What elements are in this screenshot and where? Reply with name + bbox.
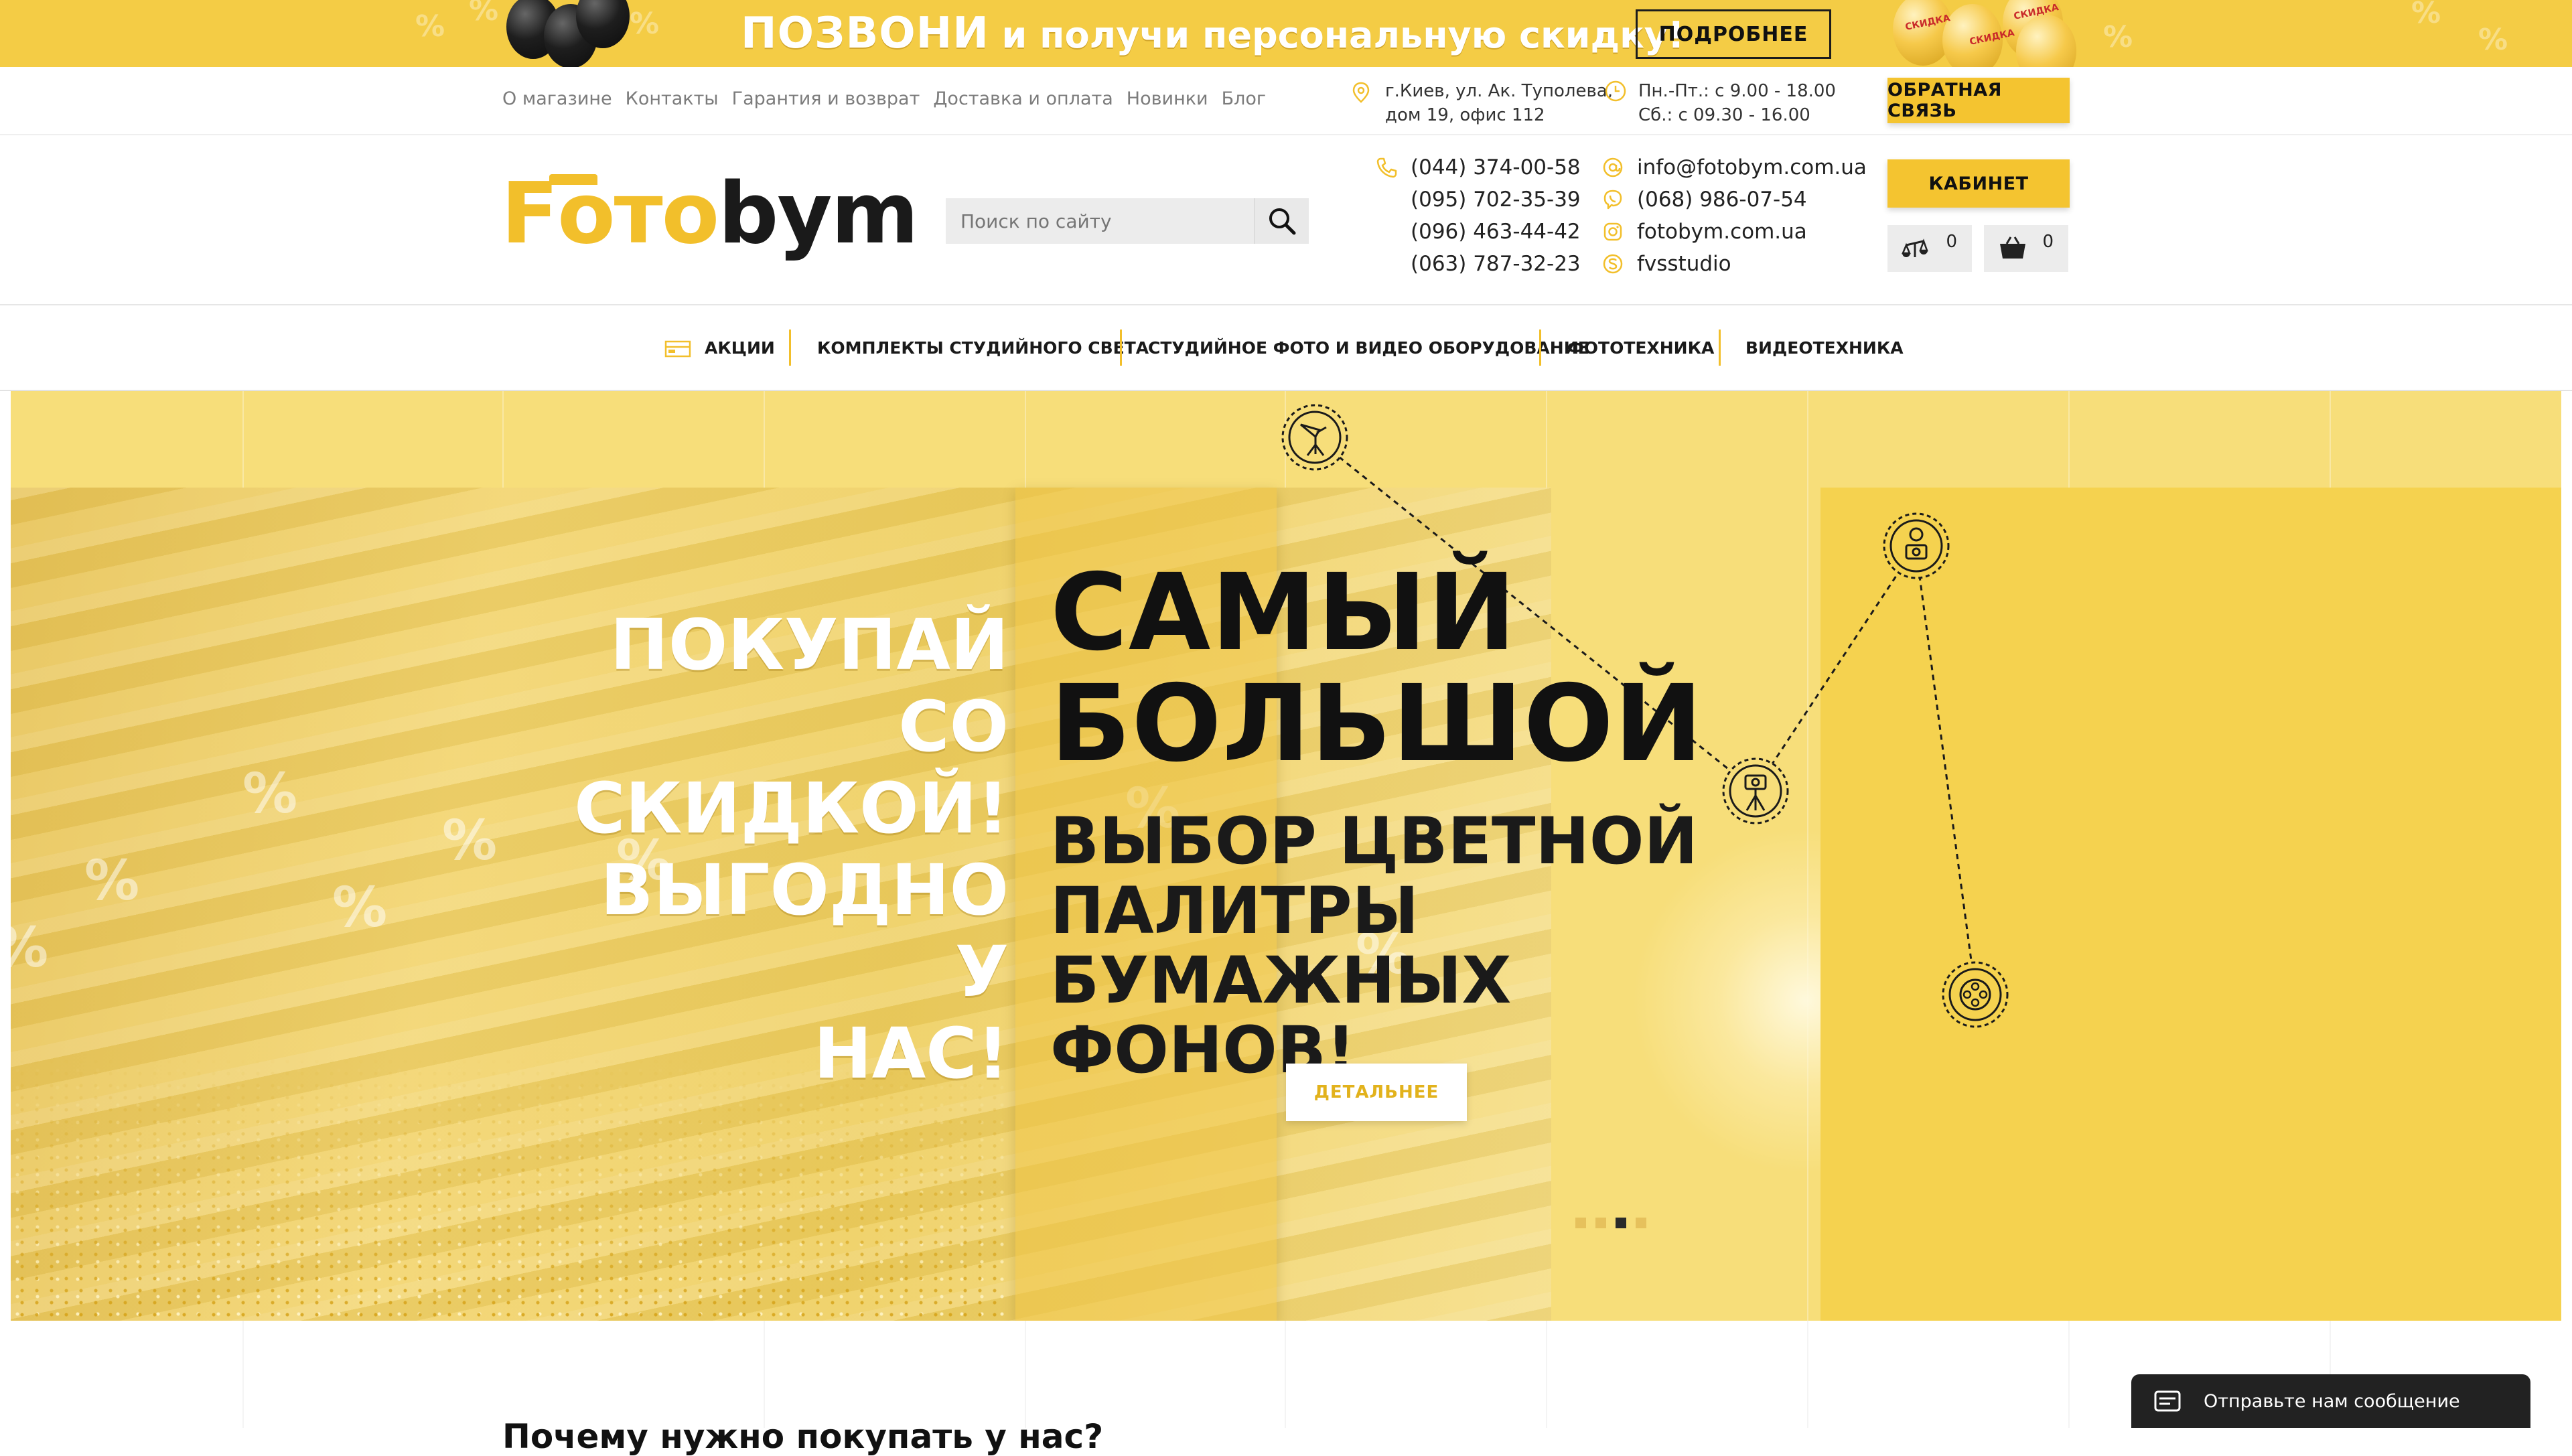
compare-count: 0 — [1946, 232, 1957, 252]
slider-dot[interactable] — [1636, 1218, 1646, 1228]
studio-light-stand-icon — [1281, 404, 1348, 471]
search-input[interactable] — [946, 198, 1254, 244]
grid-line — [1285, 1321, 1286, 1428]
contact-instagram[interactable]: fotobym.com.ua — [1637, 220, 1807, 244]
hero-title: САМЫЙ БОЛЬШОЙ — [1050, 551, 1704, 786]
percent-decor: % — [2478, 23, 2508, 57]
contact-viber[interactable]: (068) 986-07-54 — [1637, 188, 1807, 212]
category-divider — [789, 330, 791, 366]
chat-label: Отправьте нам сообщение — [2204, 1390, 2460, 1412]
feedback-button[interactable]: ОБРАТНАЯ СВЯЗЬ — [1887, 78, 2070, 123]
working-hours: Пн.-Пт.: с 9.00 - 18.00 Сб.: с 09.30 - 1… — [1638, 81, 1836, 125]
chat-widget[interactable]: Отправьте нам сообщение — [2131, 1374, 2530, 1428]
promo-headline-big: ПОЗВОНИ — [741, 9, 989, 58]
grid-line — [1807, 1321, 1808, 1428]
topnav-link-blog[interactable]: Блог — [1222, 88, 1267, 109]
store-address: г.Киев, ул. Ак. Туполева, дом 19, офис 1… — [1385, 81, 1613, 125]
section-title: Почему нужно покупать у нас? — [502, 1416, 1104, 1456]
promo-banner[interactable]: % % % % % % СКИДКА СКИДКА СКИДКА ПОЗВОНИ… — [0, 0, 2572, 67]
grid-line — [242, 1321, 244, 1428]
slider-dot[interactable] — [1595, 1218, 1606, 1228]
slider-dot[interactable] — [1575, 1218, 1586, 1228]
category-nav: АКЦИИ КОМПЛЕКТЫ СТУДИЙНОГО СВЕТА СТУДИЙН… — [0, 305, 2572, 391]
search-box — [946, 198, 1309, 244]
category-studio-light-kits[interactable]: КОМПЛЕКТЫ СТУДИЙНОГО СВЕТА — [817, 332, 1149, 364]
percent-decor: % — [630, 7, 660, 41]
topnav-link-new[interactable]: Новинки — [1127, 88, 1208, 109]
promo-details-button[interactable]: ПОДРОБНЕЕ — [1636, 9, 1831, 59]
contact-email[interactable]: info@fotobym.com.ua — [1637, 155, 1867, 179]
location-pin-icon — [1352, 82, 1370, 103]
percent-decor: % — [2103, 20, 2133, 54]
film-reel-icon — [1942, 961, 2009, 1028]
compare-scales-icon — [1902, 238, 1928, 257]
topnav-link-contacts[interactable]: Контакты — [626, 88, 719, 109]
grid-line — [2068, 1321, 2070, 1428]
slider-pagination — [1575, 1218, 1646, 1228]
category-divider — [1719, 330, 1721, 366]
grid-line — [1025, 1321, 1026, 1428]
hero-subtitle: ВЫБОР ЦВЕТНОЙ ПАЛИТРЫ БУМАЖНЫХ ФОНОВ! — [1050, 804, 1698, 1088]
topnav-link-about[interactable]: О магазине — [502, 88, 612, 109]
category-photo-equipment[interactable]: ФОТОТЕХНИКА — [1567, 332, 1714, 364]
message-icon — [2154, 1390, 2181, 1412]
grid-line — [1546, 1321, 1547, 1428]
phone-number[interactable]: (095) 702-35-39 — [1411, 188, 1581, 212]
slider-dot[interactable] — [1616, 1218, 1626, 1228]
phone-icon — [1376, 157, 1397, 178]
cart-basket-icon — [2000, 236, 2025, 259]
instagram-icon — [1603, 222, 1622, 241]
topnav-link-warranty[interactable]: Гарантия и возврат — [732, 88, 920, 109]
category-divider — [1120, 330, 1122, 366]
promo-headline: ПОЗВОНИ и получи персональную скидку! — [741, 5, 1685, 62]
site-header: Fотоbym (044) 374-00-58 (095) 702-35-39 … — [0, 135, 2572, 305]
hero-discount-slogan: ПОКУПАЙ СО СКИДКОЙ! ВЫГОДНО У НАС! — [574, 604, 1009, 1094]
compare-button[interactable]: 0 — [1887, 225, 1972, 272]
site-logo[interactable]: Fотоbym — [501, 170, 919, 257]
category-divider — [1539, 330, 1541, 366]
phone-number[interactable]: (096) 463-44-42 — [1411, 220, 1581, 244]
phone-number[interactable]: (063) 787-32-23 — [1411, 252, 1581, 276]
email-icon — [1603, 157, 1623, 177]
percent-decor: % — [469, 0, 499, 27]
utility-bar: О магазине Контакты Гарантия и возврат Д… — [0, 67, 2572, 135]
promo-headline-small: и получи персональную скидку! — [989, 14, 1685, 56]
skype-icon — [1603, 254, 1623, 274]
percent-decor: % — [415, 9, 445, 44]
category-video-equipment[interactable]: ВИДЕОТЕХНИКА — [1745, 332, 1904, 364]
sale-tag-icon — [664, 340, 691, 358]
category-sales[interactable]: АКЦИИ — [705, 332, 775, 364]
hero-slider: % % % % % % % % — [11, 391, 2561, 1321]
cart-count: 0 — [2042, 232, 2054, 252]
category-studio-equipment[interactable]: СТУДИЙНОЕ ФОТО И ВИДЕО ОБОРУДОВАНИЕ — [1148, 332, 1589, 364]
viber-icon — [1603, 190, 1622, 210]
top-nav: О магазине Контакты Гарантия и возврат Д… — [502, 88, 1266, 109]
cabinet-button[interactable]: КАБИНЕТ — [1887, 159, 2070, 208]
cart-button[interactable]: 0 — [1984, 225, 2068, 272]
grid-line — [764, 1321, 765, 1428]
clock-icon — [1605, 80, 1626, 102]
camera-operator-icon — [1883, 512, 1950, 579]
search-button[interactable] — [1254, 198, 1309, 244]
search-icon — [1269, 208, 1296, 235]
contact-skype[interactable]: fvsstudio — [1637, 252, 1731, 276]
phone-number[interactable]: (044) 374-00-58 — [1411, 155, 1581, 179]
percent-decor: % — [2411, 0, 2441, 30]
topnav-link-delivery[interactable]: Доставка и оплата — [933, 88, 1113, 109]
hero-details-button[interactable]: ДЕТАЛЬНЕЕ — [1286, 1064, 1467, 1121]
